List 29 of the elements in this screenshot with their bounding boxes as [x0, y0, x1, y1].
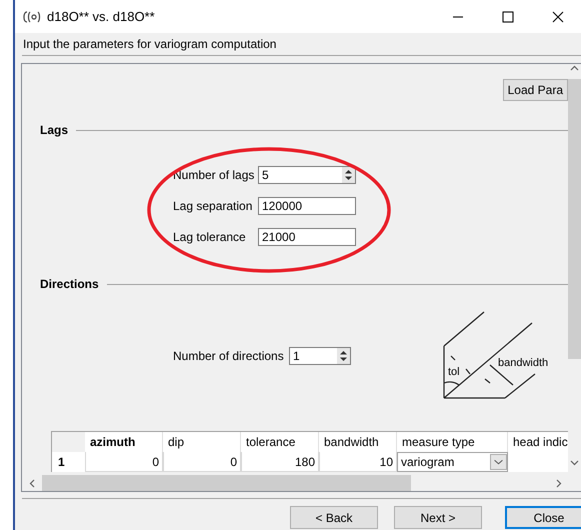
- field-label: Lag separation: [173, 199, 254, 213]
- spin-box[interactable]: 1: [289, 347, 351, 365]
- table-cell[interactable]: 0: [163, 452, 241, 472]
- row-header[interactable]: 1: [52, 452, 85, 472]
- diagram-label: bandwidth: [498, 357, 548, 369]
- group-title: Lags: [40, 123, 68, 137]
- instruction-text: Input the parameters for variogram computation: [23, 37, 276, 51]
- input-field[interactable]: 120000: [258, 197, 356, 215]
- field-label: Lag tolerance: [173, 230, 247, 244]
- diagram-label: tol: [448, 366, 460, 378]
- dropdown-cell[interactable]: variogram: [397, 452, 508, 472]
- group-title: Directions: [40, 277, 99, 291]
- window-title: d18O** vs. d18O**: [47, 9, 155, 24]
- dialog-button[interactable]: < Back: [290, 506, 378, 529]
- input-field[interactable]: 21000: [258, 228, 356, 246]
- field-label: Number of directions: [173, 349, 285, 363]
- load-parameters-button[interactable]: Load Para: [502, 79, 568, 101]
- table-cell[interactable]: 10: [319, 452, 397, 472]
- dialog-button[interactable]: Next >: [394, 506, 482, 529]
- field-label: Number of lags: [173, 168, 256, 182]
- column-header[interactable]: tolerance: [241, 432, 319, 452]
- table-cell[interactable]: 180: [241, 452, 319, 472]
- spin-box[interactable]: 5: [258, 166, 356, 184]
- table-cell[interactable]: 0: [85, 452, 163, 472]
- column-header[interactable]: bandwidth: [319, 432, 397, 452]
- dialog-button[interactable]: Close: [505, 506, 581, 529]
- column-header[interactable]: dip: [163, 432, 241, 452]
- column-header[interactable]: measure type: [397, 432, 508, 452]
- column-header[interactable]: azimuth: [85, 432, 163, 452]
